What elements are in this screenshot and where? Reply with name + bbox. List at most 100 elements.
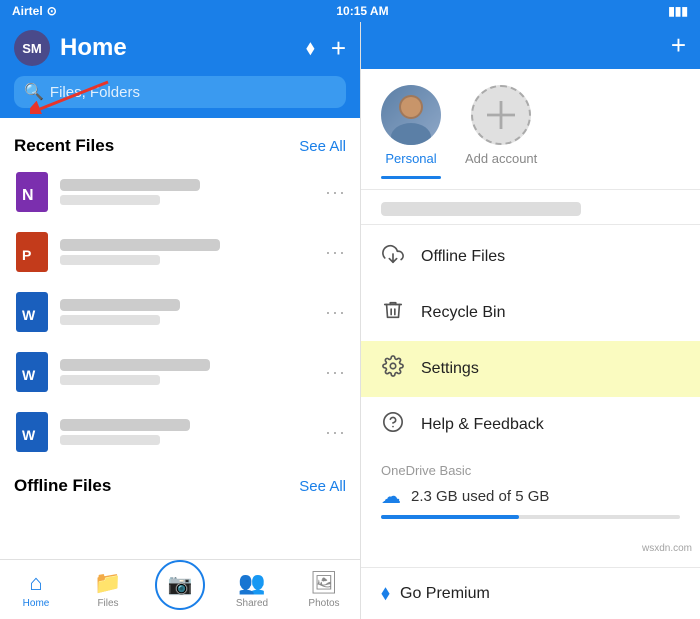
right-panel: + Personal (360, 22, 700, 619)
trash-icon (381, 299, 405, 327)
camera-circle: 📷 (155, 560, 205, 610)
file-name (60, 239, 220, 251)
storage-plan: OneDrive Basic (381, 463, 680, 478)
svg-text:W: W (22, 307, 36, 323)
offline-files-see-all[interactable]: See All (299, 478, 346, 495)
file-more-icon[interactable]: ··· (325, 302, 346, 323)
file-name (60, 359, 210, 371)
app-header: SM Home ⬧ + (0, 22, 360, 76)
file-name (60, 419, 190, 431)
storage-bar-fill (381, 515, 519, 519)
account-add[interactable]: Add account (465, 85, 537, 166)
email-blurred (381, 202, 581, 216)
go-premium-label: Go Premium (400, 585, 490, 603)
file-info (60, 419, 315, 445)
watermark: wsxdn.com (642, 543, 692, 554)
menu-recycle-bin[interactable]: Recycle Bin (361, 285, 700, 341)
personal-underline (381, 176, 441, 179)
status-time: 10:15 AM (336, 4, 388, 18)
add-account-avatar (471, 85, 531, 145)
file-icon-ppt: P (14, 230, 50, 274)
tab-photos-label: Photos (308, 598, 339, 609)
file-more-icon[interactable]: ··· (325, 362, 346, 383)
add-button[interactable]: + (331, 33, 346, 64)
file-icon-word3: W (14, 410, 50, 454)
recent-files-title: Recent Files (14, 136, 114, 156)
file-name (60, 299, 180, 311)
list-item[interactable]: N ··· (0, 162, 360, 222)
status-carrier: Airtel ⊙ (12, 4, 57, 18)
recycle-bin-label: Recycle Bin (421, 304, 505, 322)
divider2 (361, 224, 700, 225)
list-item[interactable]: W ··· (0, 342, 360, 402)
tab-camera[interactable]: 📷 (144, 560, 216, 619)
gear-icon (381, 355, 405, 383)
tab-files[interactable]: 📁 Files (72, 560, 144, 619)
shared-icon: 👥 (238, 570, 265, 596)
file-more-icon[interactable]: ··· (325, 242, 346, 263)
files-icon: 📁 (94, 570, 121, 596)
file-meta (60, 255, 160, 265)
file-icon-word: W (14, 290, 50, 334)
cloud-down-icon (381, 243, 405, 271)
offline-files-label: Offline Files (421, 248, 505, 266)
photos-icon: 🖼 (310, 570, 338, 596)
storage-bar-background (381, 515, 680, 519)
file-info (60, 239, 315, 265)
help-feedback-label: Help & Feedback (421, 416, 544, 434)
page-title: Home (60, 34, 296, 62)
arrow-indicator (30, 74, 110, 119)
status-battery: ▮▮▮ (668, 4, 688, 18)
divider (361, 189, 700, 190)
menu-offline-files[interactable]: Offline Files (361, 229, 700, 285)
bottom-tabs: ⌂ Home 📁 Files 📷 👥 Shared 🖼 Photos (0, 559, 360, 619)
file-info (60, 179, 315, 205)
status-bar: Airtel ⊙ 10:15 AM ▮▮▮ (0, 0, 700, 22)
tab-shared-label: Shared (236, 598, 268, 609)
file-name (60, 179, 200, 191)
account-personal[interactable]: Personal (381, 85, 441, 179)
file-more-icon[interactable]: ··· (325, 182, 346, 203)
file-icon-word2: W (14, 350, 50, 394)
camera-icon: 📷 (168, 572, 193, 597)
content-area: Recent Files See All N ··· P (0, 118, 360, 559)
list-item[interactable]: W ··· (0, 402, 360, 462)
storage-row: ☁ 2.3 GB used of 5 GB (381, 484, 680, 509)
list-item[interactable]: P ··· (0, 222, 360, 282)
menu-settings[interactable]: Settings (361, 341, 700, 397)
email-row (361, 194, 700, 224)
file-icon-onenote: N (14, 170, 50, 214)
offline-files-header: Offline Files See All (0, 470, 360, 502)
file-meta (60, 435, 160, 445)
list-item[interactable]: W ··· (0, 282, 360, 342)
settings-label: Settings (421, 360, 479, 378)
storage-section: OneDrive Basic ☁ 2.3 GB used of 5 GB (361, 453, 700, 529)
personal-label: Personal (385, 151, 436, 166)
add-account-label: Add account (465, 151, 537, 166)
diamond-icon: ⬧ (381, 582, 390, 605)
file-more-icon[interactable]: ··· (325, 422, 346, 443)
svg-text:W: W (22, 367, 36, 383)
app-container: SM Home ⬧ + 🔍 (0, 22, 700, 619)
accounts-section: Personal Add account (361, 69, 700, 179)
right-top-bar: + (361, 22, 700, 69)
svg-text:P: P (22, 247, 31, 263)
offline-files-title: Offline Files (14, 476, 111, 496)
file-info (60, 299, 315, 325)
go-premium-button[interactable]: ⬧ Go Premium (361, 567, 700, 619)
file-meta (60, 195, 160, 205)
file-meta (60, 375, 160, 385)
tab-home[interactable]: ⌂ Home (0, 560, 72, 619)
tab-photos[interactable]: 🖼 Photos (288, 560, 360, 619)
recent-files-see-all[interactable]: See All (299, 138, 346, 155)
file-info (60, 359, 315, 385)
home-icon: ⌂ (29, 570, 42, 596)
avatar[interactable]: SM (14, 30, 50, 66)
diamond-header-icon[interactable]: ⬧ (306, 37, 315, 60)
left-panel: SM Home ⬧ + 🔍 (0, 22, 360, 619)
right-add-button[interactable]: + (671, 30, 686, 61)
tab-shared[interactable]: 👥 Shared (216, 560, 288, 619)
file-meta (60, 315, 160, 325)
menu-help[interactable]: Help & Feedback (361, 397, 700, 453)
tab-home-label: Home (23, 598, 50, 609)
